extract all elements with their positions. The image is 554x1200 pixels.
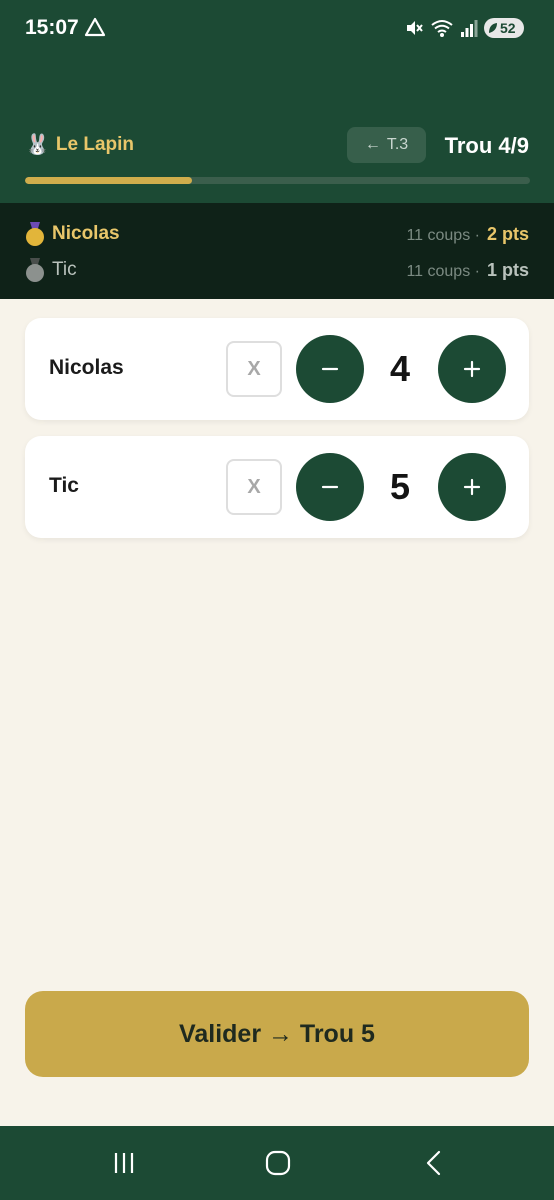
player-name: Nicolas — [49, 356, 124, 379]
leaderboard-row: Tic 11 coups · 1 pts — [25, 255, 529, 285]
back-icon[interactable] — [419, 1148, 449, 1178]
pick-up-button[interactable]: X — [226, 341, 282, 397]
arrow-left-icon: ← — [364, 136, 381, 153]
stroke-count: 4 — [389, 348, 411, 389]
system-nav-bar — [0, 1126, 554, 1200]
recent-apps-icon[interactable] — [109, 1148, 139, 1178]
status-icons: 52 — [404, 15, 524, 41]
leaderboard-points: 1 pts — [486, 259, 529, 280]
silver-medal-icon — [25, 258, 45, 282]
app-header: 15:07 52 🐰 Le Lapin ← T.3 Trou 4/9 — [0, 0, 554, 203]
wifi-icon — [431, 20, 453, 37]
pick-up-button[interactable]: X — [226, 459, 282, 515]
rabbit-icon: 🐰 — [25, 134, 50, 156]
minus-icon — [321, 485, 339, 489]
battery-icon: 52 — [484, 18, 524, 38]
minus-icon — [321, 367, 339, 371]
battery-level: 52 — [500, 20, 516, 36]
player-card: Tic X 5 — [25, 436, 529, 538]
hole-progress-bar — [25, 177, 530, 184]
previous-hole-button[interactable]: ← T.3 — [347, 127, 426, 163]
hole-progress-fill — [25, 177, 192, 184]
previous-hole-label: T.3 — [386, 136, 409, 153]
player-card: Nicolas X 4 — [25, 318, 529, 420]
course-title: 🐰 Le Lapin — [25, 134, 134, 156]
course-name: Le Lapin — [55, 134, 135, 155]
alert-triangle-icon — [84, 17, 106, 37]
leaderboard-strokes: 11 coups · — [406, 262, 480, 280]
leaderboard-strokes: 11 coups · — [406, 226, 480, 244]
leaderboard-name: Nicolas — [52, 223, 120, 244]
leaf-icon — [489, 23, 497, 33]
increment-button[interactable] — [438, 453, 506, 521]
validate-button[interactable]: Valider → Trou 5 — [25, 991, 529, 1077]
decrement-button[interactable] — [296, 335, 364, 403]
leaderboard: Nicolas 11 coups · 2 pts Tic 11 coups · … — [0, 203, 554, 299]
plus-icon — [463, 360, 481, 378]
increment-button[interactable] — [438, 335, 506, 403]
leaderboard-name: Tic — [52, 259, 77, 280]
mute-icon — [407, 21, 423, 35]
hole-indicator: Trou 4/9 — [444, 133, 529, 158]
status-bar: 15:07 52 — [0, 0, 554, 56]
signal-icon — [461, 20, 478, 37]
player-name: Tic — [49, 474, 79, 497]
stroke-count: 5 — [389, 466, 411, 507]
leaderboard-row: Nicolas 11 coups · 2 pts — [25, 219, 529, 249]
home-icon[interactable] — [263, 1148, 293, 1178]
plus-icon — [463, 478, 481, 496]
decrement-button[interactable] — [296, 453, 364, 521]
gold-medal-icon — [25, 222, 45, 246]
status-time: 15:07 — [25, 16, 79, 39]
leaderboard-points: 2 pts — [486, 223, 529, 244]
